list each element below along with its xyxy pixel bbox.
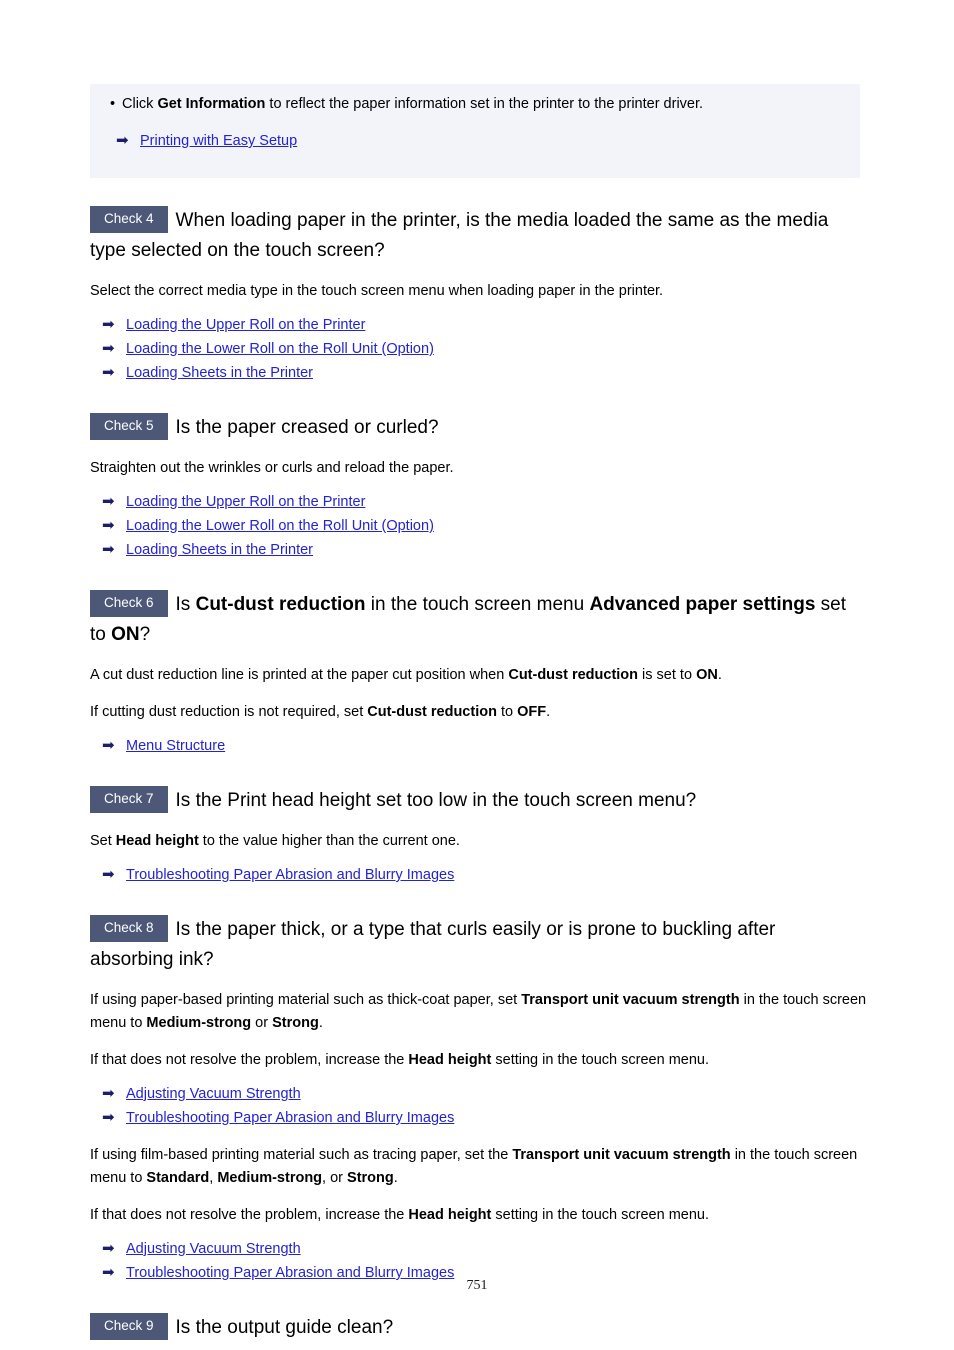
paragraph: If using paper-based printing material s… <box>90 992 867 1031</box>
link-list-check-8-a: ➡ Adjusting Vacuum Strength ➡ Troublesho… <box>90 1082 868 1130</box>
bullet-dot-icon: • <box>110 96 116 112</box>
check-badge: Check 6 <box>90 590 168 617</box>
link-row[interactable]: ➡ Loading Sheets in the Printer <box>90 361 868 385</box>
section-heading-check-7: Check 7 Is the Print head height set too … <box>90 786 852 816</box>
note-text-before: Click <box>122 96 158 112</box>
note-bullet-item: • Click Get Information to reflect the pa… <box>104 93 846 115</box>
paragraph: Select the correct media type in the tou… <box>90 283 664 299</box>
page-number: 751 <box>466 1278 488 1293</box>
link-list-check-7: ➡ Troubleshooting Paper Abrasion and Blu… <box>90 863 868 887</box>
paragraph: If cutting dust reduction is not require… <box>90 704 551 720</box>
arrow-right-icon: ➡ <box>102 340 115 357</box>
paragraph: Set Head height to the value higher than… <box>90 833 460 849</box>
link-adjusting-vacuum-strength[interactable]: Adjusting Vacuum Strength <box>126 1241 301 1257</box>
link-list-check-5: ➡ Loading the Upper Roll on the Printer … <box>90 490 868 562</box>
link-row[interactable]: ➡ Loading the Lower Roll on the Roll Uni… <box>90 337 868 361</box>
link-adjusting-vacuum-strength[interactable]: Adjusting Vacuum Strength <box>126 1086 301 1102</box>
note-link-row[interactable]: ➡ Printing with Easy Setup <box>104 129 846 153</box>
link-loading-upper-roll[interactable]: Loading the Upper Roll on the Printer <box>126 494 365 510</box>
paragraph: Straighten out the wrinkles or curls and… <box>90 460 454 476</box>
section-heading-check-6: Check 6 Is Cut-dust reduction in the touc… <box>90 590 852 650</box>
check-badge: Check 4 <box>90 206 168 233</box>
paragraph: If that does not resolve the problem, in… <box>90 1052 710 1068</box>
arrow-right-icon: ➡ <box>102 1240 115 1257</box>
check-badge: Check 5 <box>90 413 168 440</box>
link-loading-lower-roll[interactable]: Loading the Lower Roll on the Roll Unit … <box>126 518 434 534</box>
arrow-right-icon: ➡ <box>102 866 115 883</box>
section-heading-check-4: Check 4 When loading paper in the printer… <box>90 206 852 266</box>
arrow-right-icon: ➡ <box>102 1109 115 1126</box>
check-title: When loading paper in the printer, is th… <box>90 210 829 261</box>
section-heading-check-8: Check 8 Is the paper thick, or a type tha… <box>90 915 852 975</box>
arrow-right-icon: ➡ <box>116 132 129 149</box>
check-title: Is the output guide clean? <box>175 1317 394 1338</box>
paragraph: If that does not resolve the problem, in… <box>90 1207 710 1223</box>
note-text-bold: Get Information <box>157 96 266 112</box>
link-troubleshooting-abrasion[interactable]: Troubleshooting Paper Abrasion and Blurr… <box>126 1110 454 1126</box>
section-heading-check-5: Check 5 Is the paper creased or curled? <box>90 413 852 443</box>
arrow-right-icon: ➡ <box>102 541 115 558</box>
link-loading-sheets[interactable]: Loading Sheets in the Printer <box>126 365 313 381</box>
arrow-right-icon: ➡ <box>102 364 115 381</box>
arrow-right-icon: ➡ <box>102 316 115 333</box>
section-heading-check-9: Check 9 Is the output guide clean? <box>90 1313 852 1343</box>
link-menu-structure[interactable]: Menu Structure <box>126 738 225 754</box>
link-row[interactable]: ➡ Loading the Upper Roll on the Printer <box>90 490 868 514</box>
arrow-right-icon: ➡ <box>102 737 115 754</box>
page-content: • Click Get Information to reflect the pa… <box>90 84 868 1350</box>
check-badge: Check 7 <box>90 786 168 813</box>
check-title: Is the paper thick, or a type that curls… <box>90 919 776 970</box>
paragraph: If using film-based printing material su… <box>90 1147 858 1186</box>
check-title: Is Cut-dust reduction in the touch scree… <box>90 594 847 645</box>
link-row[interactable]: ➡ Menu Structure <box>90 734 868 758</box>
check-badge: Check 9 <box>90 1313 168 1340</box>
arrow-right-icon: ➡ <box>102 1085 115 1102</box>
check-title: Is the Print head height set too low in … <box>175 790 697 811</box>
link-row[interactable]: ➡ Troubleshooting Paper Abrasion and Blu… <box>90 1106 868 1130</box>
link-list-check-6: ➡ Menu Structure <box>90 734 868 758</box>
note-box: • Click Get Information to reflect the pa… <box>90 84 860 178</box>
link-loading-upper-roll[interactable]: Loading the Upper Roll on the Printer <box>126 317 365 333</box>
link-printing-with-easy-setup[interactable]: Printing with Easy Setup <box>140 133 297 149</box>
link-row[interactable]: ➡ Loading the Upper Roll on the Printer <box>90 313 868 337</box>
link-row[interactable]: ➡ Adjusting Vacuum Strength <box>90 1237 868 1261</box>
link-row[interactable]: ➡ Adjusting Vacuum Strength <box>90 1082 868 1106</box>
check-badge: Check 8 <box>90 915 168 942</box>
paragraph: A cut dust reduction line is printed at … <box>90 667 722 683</box>
document-page: • Click Get Information to reflect the pa… <box>0 0 954 1350</box>
link-row[interactable]: ➡ Troubleshooting Paper Abrasion and Blu… <box>90 863 868 887</box>
link-loading-sheets[interactable]: Loading Sheets in the Printer <box>126 542 313 558</box>
arrow-right-icon: ➡ <box>102 493 115 510</box>
link-row[interactable]: ➡ Loading the Lower Roll on the Roll Uni… <box>90 514 868 538</box>
note-text-after: to reflect the paper information set in … <box>265 96 704 112</box>
link-list-check-4: ➡ Loading the Upper Roll on the Printer … <box>90 313 868 385</box>
check-title: Is the paper creased or curled? <box>175 417 439 438</box>
arrow-right-icon: ➡ <box>102 517 115 534</box>
link-row[interactable]: ➡ Loading Sheets in the Printer <box>90 538 868 562</box>
link-troubleshooting-abrasion[interactable]: Troubleshooting Paper Abrasion and Blurr… <box>126 867 454 883</box>
link-loading-lower-roll[interactable]: Loading the Lower Roll on the Roll Unit … <box>126 341 434 357</box>
